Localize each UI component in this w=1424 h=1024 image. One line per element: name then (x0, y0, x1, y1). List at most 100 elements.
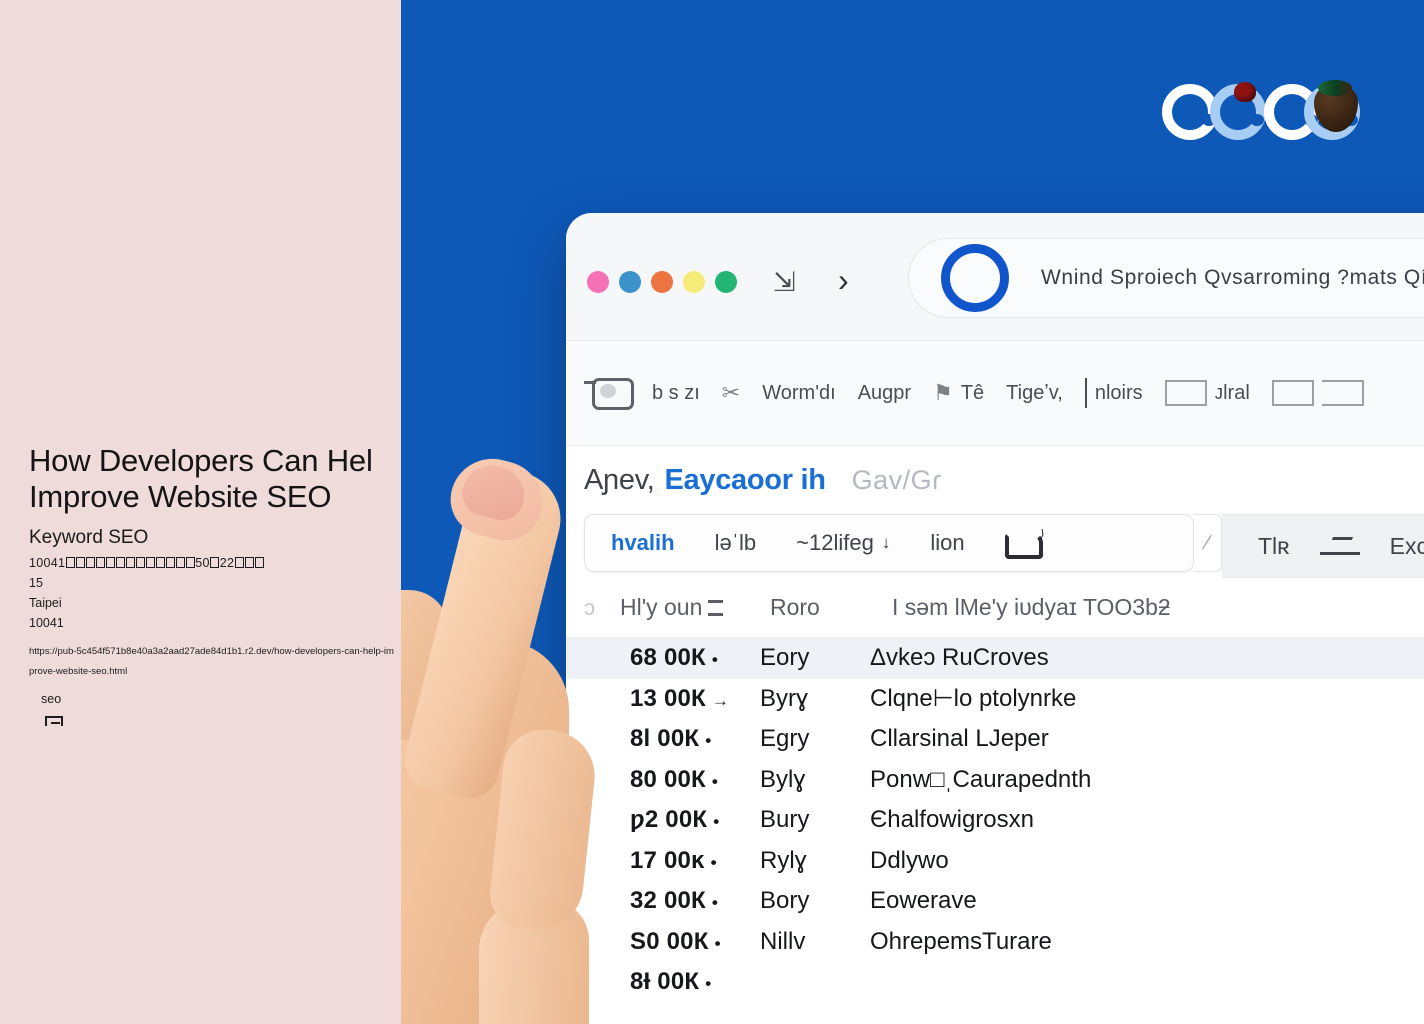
toolbar-item-1[interactable]: b s zı (652, 382, 700, 405)
filter-tab-3[interactable]: lion (930, 530, 964, 556)
left-article-panel: How Developers Can Hel Improve Website S… (0, 0, 401, 1024)
content-header-highlight: Eaycaoor ih (664, 463, 826, 496)
cell-search-volume: ƿ2 00К • (630, 806, 760, 834)
window-controls[interactable] (587, 271, 737, 293)
meta-address-line: 10041 50 22 (29, 553, 401, 573)
cell-keyword: OhrepemsTurare (870, 927, 1052, 955)
meta-code-prefix: 10041 (29, 556, 66, 570)
table-row[interactable]: 8Ɨ 00К • (566, 962, 1424, 1003)
toolbar-item-tag[interactable] (584, 378, 634, 410)
cell-search-volume-value: 32 00К (630, 887, 706, 915)
browser-title-bar: ⇲ › Wnind Sproiech Qvsarroming ?mats Qít… (566, 213, 1424, 341)
window-control-blue[interactable] (619, 271, 641, 293)
divider-icon (1084, 378, 1087, 408)
missing-glyph-box (115, 557, 125, 568)
cell-search-volume-value: 17 00ĸ (630, 846, 705, 874)
sort-icon (708, 599, 724, 616)
toolbar-item-8-label: ᴊlral (1214, 381, 1250, 404)
browser-toolbar: b s zı ✂ Wormʹdı Augpr ⚑ Tê Tigeʼv, nloi… (566, 341, 1424, 446)
filter-right-strip: Tlʀ Excíetonɪ (1222, 514, 1424, 578)
cell-search-volume-value: 13 00К (630, 684, 706, 712)
cell-search-volume-value: ƿ2 00К (630, 806, 708, 834)
hand-index-finger (401, 461, 571, 805)
filter-tab-1[interactable]: ləˈlb (715, 530, 757, 556)
cell-search-volume-value: 68 00К (630, 644, 706, 672)
filter-bar-wrapper: hvalih ləˈlb ~12lifeg ↓ lion ⟩ ∕ Tlʀ Exc… (566, 514, 1424, 578)
cell-difficulty: Eory (760, 644, 810, 672)
column-header-kd[interactable]: Roro (770, 594, 892, 621)
back-arrow-icon[interactable]: ⇲ (773, 265, 811, 299)
cell-search-volume: S0 00К • (630, 928, 760, 956)
missing-glyph-box (234, 557, 244, 568)
toolbar-item-7[interactable]: nloirs (1084, 378, 1143, 408)
table-row[interactable]: 8l 00К • Egry Cllarsinal LJeper (566, 719, 1424, 760)
window-control-green[interactable] (715, 271, 737, 293)
meta-postal: 10041 (29, 616, 64, 630)
column-header-volume[interactable]: Hlʹy oun (620, 594, 770, 621)
toolbar-item-3[interactable]: Wormʹdı (762, 382, 835, 405)
filter-bar-tail[interactable]: ∕ (1194, 514, 1222, 572)
toolbar-item-3-label: Wormʹdı (762, 381, 836, 404)
hand-fingernail (457, 459, 531, 525)
filter-right-item-0[interactable]: Tlʀ (1258, 533, 1290, 560)
meta-tofu-group-1 (65, 556, 195, 570)
missing-glyph-box (175, 557, 185, 568)
cell-difficulty: Bylɣ (760, 765, 806, 793)
column-header-keyword[interactable]: I səm lMeʹy iᴜdyaɪ TOO3bƻ (892, 594, 1424, 621)
cell-search-volume: 32 00К • (630, 887, 760, 915)
toolbar-item-scissors[interactable]: ✂ (722, 380, 740, 406)
chevron-right-icon[interactable]: › (838, 263, 849, 297)
table-row[interactable]: S0 00К • Nillᴠ OhrepemsTurare (566, 922, 1424, 963)
seo-tag-label: seo (41, 692, 62, 706)
table-row[interactable]: 13 00К → Byrɣ Clqne⊢lo ptolynrke (566, 679, 1424, 720)
missing-glyph-box (254, 557, 264, 568)
cell-difficulty: Byrɣ (760, 684, 809, 712)
cell-search-volume-value: 80 00К (630, 765, 706, 793)
window-control-orange[interactable] (651, 271, 673, 293)
filter-tab-2[interactable]: ~12lifeg ↓ (796, 530, 890, 556)
cell-keyword: Δvkeɔ RuCroves (870, 644, 1049, 672)
crop-icon[interactable]: ⟩ (1004, 527, 1045, 559)
content-header: Aɲev, Eaycaoor ih Gav/Gɾ (566, 446, 1424, 514)
cell-search-volume: 13 00К → (630, 685, 760, 713)
table-row[interactable]: ƿ2 00К • Bury Єhalfowigrosxn (566, 800, 1424, 841)
cell-search-volume-value: 8Ɨ 00К (630, 968, 700, 996)
toolbar-item-1-label: b s zı (652, 381, 700, 404)
table-row[interactable]: 68 00К • Eory Δvkeɔ RuCroves (566, 638, 1424, 679)
toolbar-item-8[interactable]: ᴊlral (1164, 380, 1250, 406)
toolbar-item-flag[interactable]: ⚑ Tê (933, 380, 984, 406)
filter-right-item-2[interactable]: Excíetonɪ (1390, 533, 1424, 560)
page-title: How Developers Can Hel Improve Website S… (29, 443, 373, 514)
box-icon-partial (1321, 380, 1364, 406)
missing-glyph-box (185, 557, 195, 568)
cell-search-volume-value: 8l 00К (630, 725, 700, 753)
underline-icon[interactable] (1319, 537, 1360, 555)
missing-glyph-box (95, 557, 105, 568)
window-control-yellow[interactable] (683, 271, 705, 293)
meta-code-middle: 50 (195, 556, 210, 570)
table-row[interactable]: 32 00К • Bory Eowerave (566, 881, 1424, 922)
missing-glyph-box (105, 557, 115, 568)
brand-rings-logo (1162, 78, 1360, 146)
article-subtitle: Keyword SEO (29, 527, 149, 548)
hand-knuckle (401, 590, 449, 740)
toolbar-item-9[interactable] (1271, 380, 1364, 406)
article-url[interactable]: https://pub-5c454f571b8e40a3a2aad27ade84… (29, 642, 394, 682)
blue-stage-background: ⇲ › Wnind Sproiech Qvsarroming ?mats Qít… (401, 0, 1424, 1024)
trend-arrow-icon: → (711, 690, 730, 710)
table-row[interactable]: 17 00ĸ • Rylɣ Ddlywo (566, 841, 1424, 882)
toolbar-item-4[interactable]: Augpr (858, 382, 911, 405)
table-row[interactable]: 80 00К • Bylɣ Ponw□ˌCaurapednth (566, 760, 1424, 801)
trend-arrow-icon: • (711, 893, 719, 913)
cell-keyword: Cllarsinal LJeper (870, 725, 1049, 753)
address-bar-input[interactable]: Wnind Sproiech Qvsarroming ?mats Qítl ·· (1041, 266, 1424, 290)
tag-icon (584, 378, 634, 410)
toolbar-item-6[interactable]: Tigeʼv, (1006, 382, 1063, 405)
missing-glyph-box (125, 557, 135, 568)
window-control-pink[interactable] (587, 271, 609, 293)
filter-tab-active[interactable]: hvalih (611, 530, 675, 556)
address-bar[interactable]: Wnind Sproiech Qvsarroming ?mats Qítl ·· (908, 238, 1424, 318)
missing-glyph-box (244, 557, 254, 568)
cell-keyword: Ddlywo (870, 846, 949, 874)
missing-glyph-box (65, 557, 75, 568)
